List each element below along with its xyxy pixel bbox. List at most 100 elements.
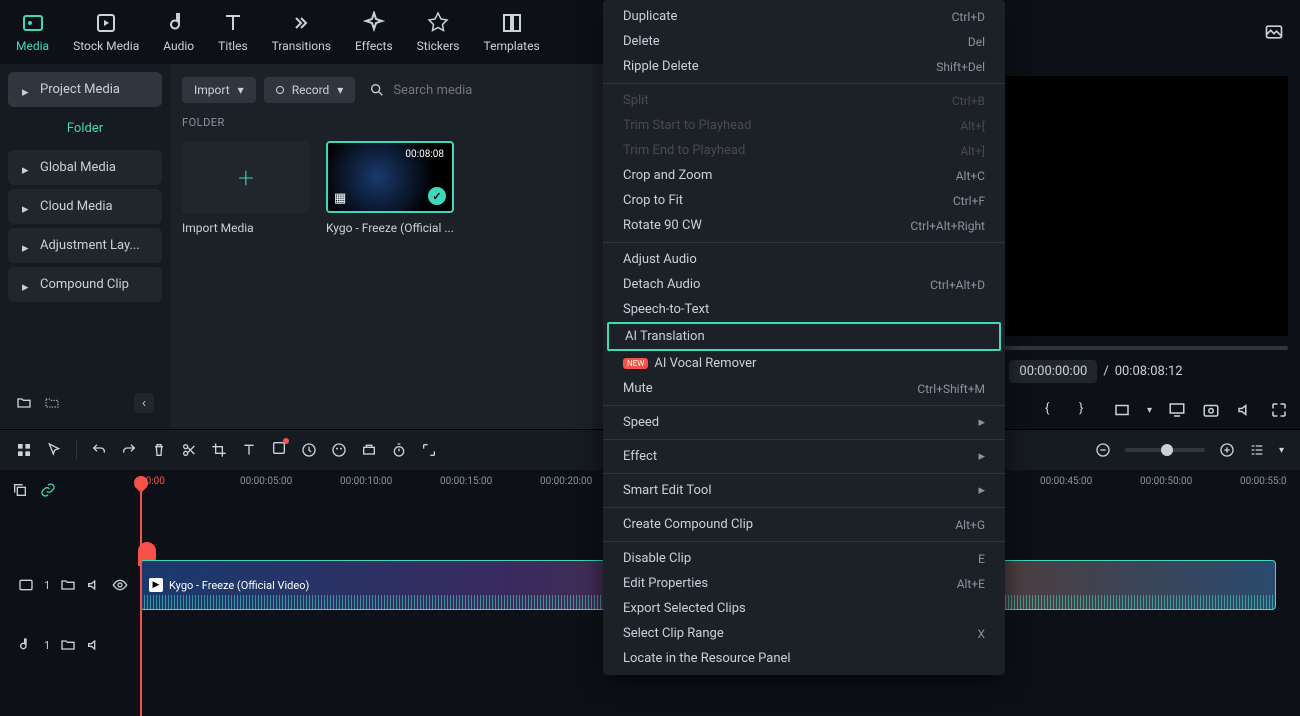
menu-item-label: Export Selected Clips	[623, 601, 746, 616]
track-number: 1	[44, 579, 50, 592]
link-icon[interactable]	[40, 482, 56, 498]
tab-label: Stickers	[417, 39, 460, 53]
menu-item-duplicate[interactable]: DuplicateCtrl+D	[603, 4, 1005, 29]
timer-icon[interactable]	[391, 442, 407, 458]
menu-item-detach-audio[interactable]: Detach AudioCtrl+Alt+D	[603, 272, 1005, 297]
tab-stickers[interactable]: Stickers	[417, 11, 460, 53]
import-dropdown[interactable]: Import ▾	[182, 77, 256, 103]
tab-audio[interactable]: Audio	[163, 11, 194, 53]
fullscreen-icon[interactable]	[1270, 401, 1288, 419]
mute-icon[interactable]	[86, 637, 102, 653]
total-time: 00:08:08:12	[1115, 364, 1183, 379]
ratio-icon[interactable]	[1113, 401, 1131, 419]
menu-item-label: Adjust Audio	[623, 252, 697, 267]
menu-item-speed[interactable]: Speed▸	[603, 410, 1005, 435]
brace-close-icon[interactable]: }	[1079, 401, 1097, 419]
media-clip-tile[interactable]: 00:08:08 ▦ ✓ Kygo - Freeze (Official ...	[326, 141, 454, 235]
menu-item-mute[interactable]: MuteCtrl+Shift+M	[603, 376, 1005, 401]
new-folder-icon[interactable]	[16, 395, 32, 411]
expand-icon[interactable]	[421, 442, 437, 458]
menu-item-effect[interactable]: Effect▸	[603, 444, 1005, 469]
split-icon[interactable]	[181, 442, 197, 458]
menu-item-speech-to-text[interactable]: Speech-to-Text	[603, 297, 1005, 322]
undo-icon[interactable]	[91, 442, 107, 458]
menu-item-ai-translation[interactable]: AI Translation	[607, 322, 1001, 351]
mute-icon[interactable]	[86, 577, 102, 593]
eye-icon[interactable]	[112, 577, 128, 593]
crop-icon[interactable]	[211, 442, 227, 458]
sidebar-item-compound-clip[interactable]: ▸ Compound Clip	[8, 267, 162, 302]
screenshot-icon[interactable]	[1264, 22, 1284, 42]
playhead[interactable]	[140, 476, 142, 716]
chevron-down-icon[interactable]: ▾	[1279, 445, 1284, 456]
tab-templates[interactable]: Templates	[484, 11, 540, 53]
menu-item-crop-to-fit[interactable]: Crop to FitCtrl+F	[603, 188, 1005, 213]
menu-separator	[603, 405, 1005, 406]
current-time: 00:00:00:00	[1009, 360, 1097, 383]
menu-shortcut: Alt+C	[956, 169, 985, 183]
collapse-sidebar-button[interactable]: ‹	[134, 393, 154, 413]
menu-item-ripple-delete[interactable]: Ripple DeleteShift+Del	[603, 54, 1005, 79]
folder-icon[interactable]	[60, 637, 76, 653]
menu-item-smart-edit-tool[interactable]: Smart Edit Tool▸	[603, 478, 1005, 503]
sidebar-item-project-media[interactable]: ▸ Project Media	[8, 72, 162, 107]
redo-icon[interactable]	[121, 442, 137, 458]
menu-item-adjust-audio[interactable]: Adjust Audio	[603, 247, 1005, 272]
tab-stock-media[interactable]: Stock Media	[73, 11, 139, 53]
speed-icon[interactable]	[301, 442, 317, 458]
tab-titles[interactable]: Titles	[218, 11, 247, 53]
tab-media[interactable]: Media	[16, 11, 49, 53]
menu-item-select-clip-range[interactable]: Select Clip RangeX	[603, 621, 1005, 646]
sidebar-item-folder[interactable]: Folder	[8, 111, 162, 146]
ruler-tick: 00:00:10:00	[340, 476, 440, 487]
menu-separator	[603, 473, 1005, 474]
menu-item-label: Mute	[623, 381, 653, 396]
grid-icon[interactable]	[16, 442, 32, 458]
menu-item-locate-in-the-resource-panel[interactable]: Locate in the Resource Panel	[603, 646, 1005, 671]
menu-shortcut: Ctrl+F	[953, 194, 985, 208]
menu-item-label: AI Vocal Remover	[654, 356, 756, 371]
tab-label: Media	[16, 39, 49, 53]
brace-open-icon[interactable]: {	[1045, 401, 1063, 419]
menu-item-edit-properties[interactable]: Edit PropertiesAlt+E	[603, 571, 1005, 596]
zoom-slider[interactable]	[1125, 448, 1205, 452]
tab-label: Effects	[355, 39, 393, 53]
record-dropdown[interactable]: Record ▾	[264, 77, 356, 103]
menu-item-crop-and-zoom[interactable]: Crop and Zoom Alt+C	[603, 163, 1005, 188]
chevron-right-icon: ▸	[22, 202, 32, 212]
tab-transitions[interactable]: Transitions	[272, 11, 331, 53]
chevron-down-icon[interactable]: ▾	[1147, 405, 1152, 416]
copy-icon[interactable]	[12, 482, 28, 498]
text-icon[interactable]	[241, 442, 257, 458]
menu-item-ai-vocal-remover[interactable]: NEWAI Vocal Remover	[603, 351, 1005, 376]
cursor-icon[interactable]	[46, 442, 62, 458]
menu-item-label: Edit Properties	[623, 576, 708, 591]
menu-item-disable-clip[interactable]: Disable ClipE	[603, 546, 1005, 571]
snapshot-icon[interactable]	[1202, 401, 1220, 419]
menu-item-export-selected-clips[interactable]: Export Selected Clips	[603, 596, 1005, 621]
zoom-in-icon[interactable]	[1219, 442, 1235, 458]
sidebar-item-cloud-media[interactable]: ▸ Cloud Media	[8, 189, 162, 224]
menu-item-delete[interactable]: DeleteDel	[603, 29, 1005, 54]
media-item-name: Import Media	[182, 221, 310, 235]
ruler-tick: 00:00:05:00	[240, 476, 340, 487]
menu-item-label: Detach Audio	[623, 277, 700, 292]
keyframe-icon[interactable]	[361, 442, 377, 458]
sidebar-item-global-media[interactable]: ▸ Global Media	[8, 150, 162, 185]
color-icon[interactable]	[331, 442, 347, 458]
zoom-out-icon[interactable]	[1095, 442, 1111, 458]
menu-item-rotate-90-cw[interactable]: Rotate 90 CWCtrl+Alt+Right	[603, 213, 1005, 238]
menu-item-create-compound-clip[interactable]: Create Compound ClipAlt+G	[603, 512, 1005, 537]
volume-icon[interactable]	[1236, 401, 1254, 419]
import-media-tile[interactable]: + Import Media	[182, 141, 310, 235]
stickers-icon	[426, 11, 450, 35]
list-view-icon[interactable]	[1249, 442, 1265, 458]
monitor-icon[interactable]	[1168, 401, 1186, 419]
folder-icon[interactable]	[44, 395, 60, 411]
tab-effects[interactable]: Effects	[355, 11, 393, 53]
sidebar-item-adjustment-layer[interactable]: ▸ Adjustment Lay...	[8, 228, 162, 263]
delete-icon[interactable]	[151, 442, 167, 458]
folder-icon[interactable]	[60, 577, 76, 593]
menu-item-label: Crop and Zoom	[623, 168, 712, 183]
sidebar-item-label: Project Media	[40, 82, 120, 97]
